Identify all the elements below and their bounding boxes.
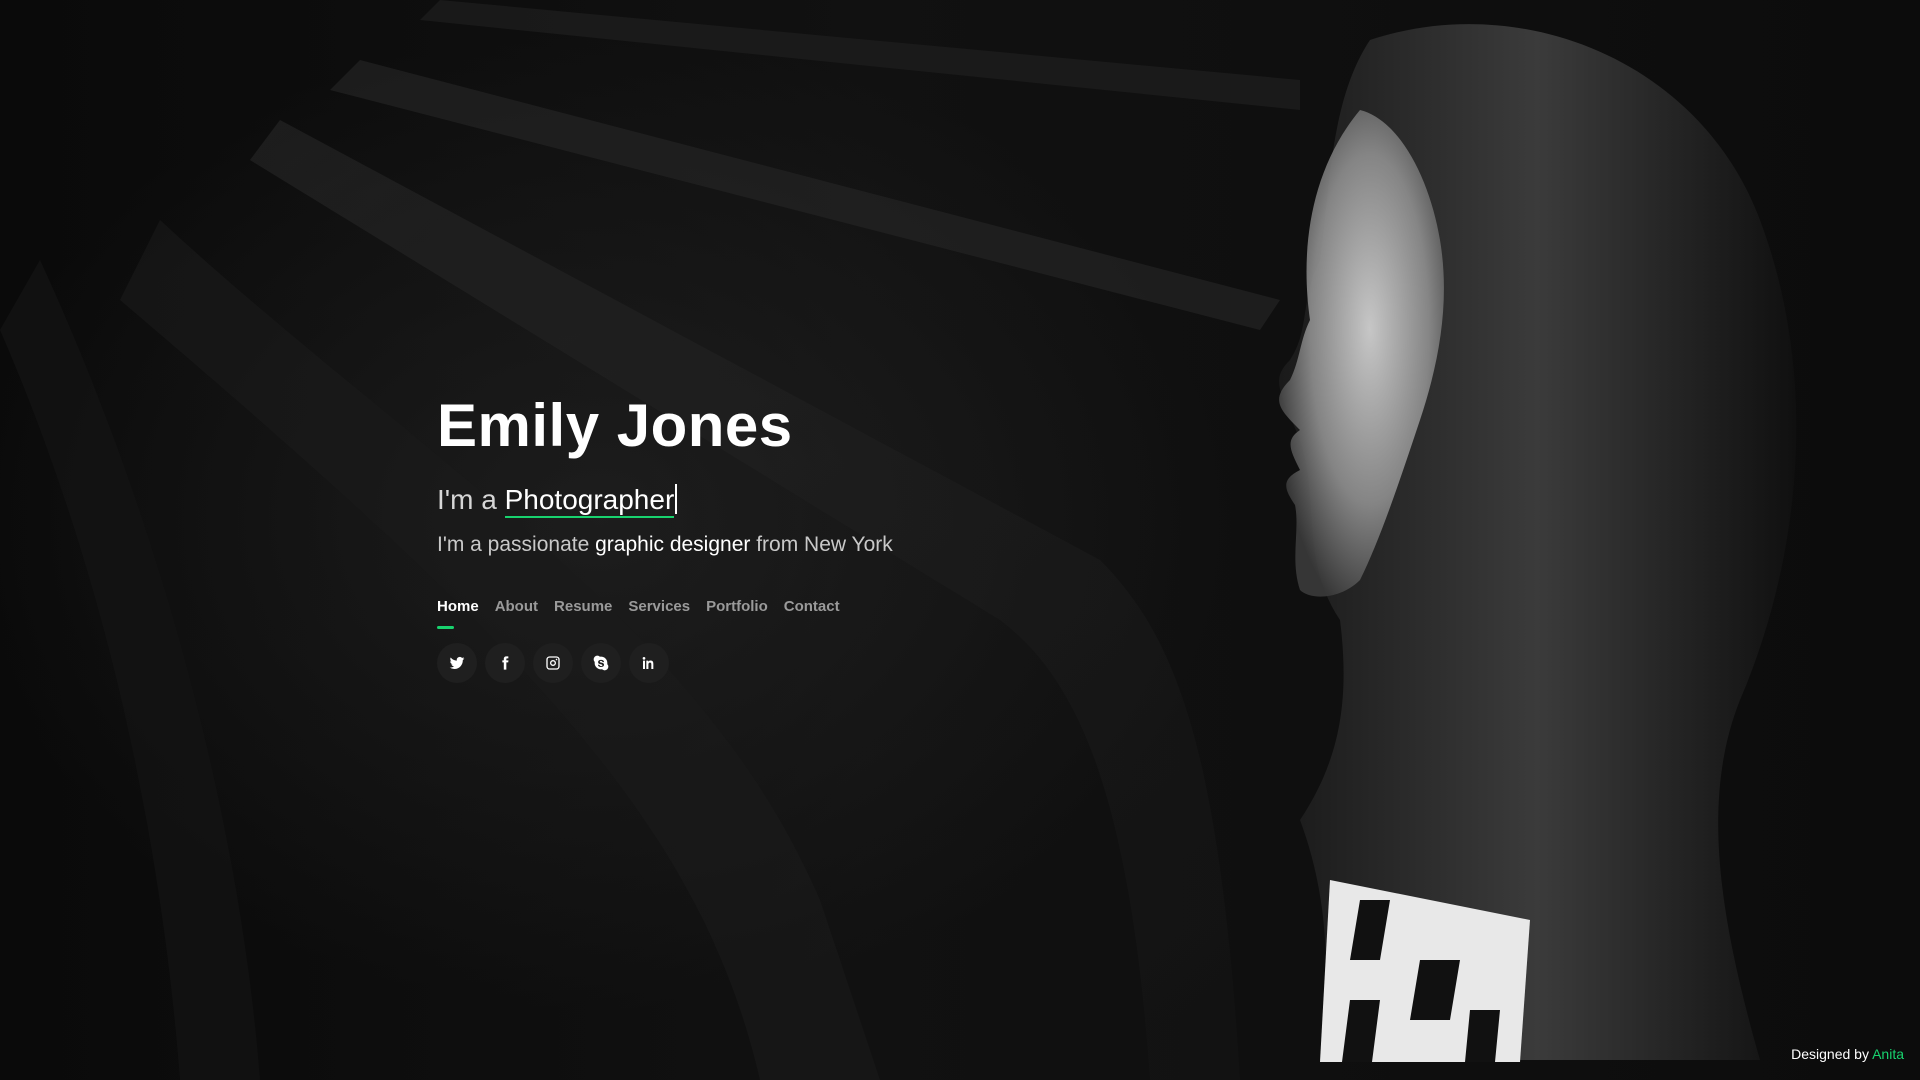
linkedin-button[interactable]	[629, 643, 669, 683]
footer-credits: Designed by Anita	[1791, 1046, 1904, 1062]
instagram-icon	[546, 656, 560, 670]
facebook-icon	[502, 656, 509, 670]
nav-item-contact[interactable]: Contact	[784, 598, 840, 629]
page: Emily Jones I'm a Photographer I'm a pas…	[0, 0, 1920, 1080]
typed-role-line: I'm a Photographer	[437, 482, 1137, 518]
facebook-button[interactable]	[485, 643, 525, 683]
hero-name: Emily Jones	[437, 392, 793, 459]
tagline: I'm a passionate graphic designer from N…	[437, 530, 1137, 560]
nav-item-portfolio[interactable]: Portfolio	[706, 598, 768, 629]
twitter-button[interactable]	[437, 643, 477, 683]
nav-item-home[interactable]: Home	[437, 598, 479, 629]
nav-item-services[interactable]: Services	[628, 598, 690, 629]
credits-author-link[interactable]: Anita	[1872, 1046, 1904, 1062]
main-nav: Home About Resume Services Portfolio Con…	[437, 598, 1137, 629]
nav-item-about[interactable]: About	[495, 598, 538, 629]
tagline-suffix: from New York	[750, 533, 893, 556]
hero-section: Emily Jones I'm a Photographer I'm a pas…	[437, 390, 1137, 683]
credits-prefix: Designed by	[1791, 1046, 1873, 1062]
typing-cursor	[675, 484, 678, 514]
tagline-highlight: graphic designer	[595, 533, 751, 556]
typed-role-word: Photographer	[504, 484, 675, 518]
nav-item-resume[interactable]: Resume	[554, 598, 612, 629]
twitter-icon	[449, 656, 465, 669]
social-links	[437, 643, 1137, 683]
tagline-prefix: I'm a passionate	[437, 533, 596, 556]
instagram-button[interactable]	[533, 643, 573, 683]
linkedin-icon	[642, 657, 654, 669]
typed-prefix: I'm a	[437, 484, 505, 515]
skype-icon	[593, 655, 609, 671]
skype-button[interactable]	[581, 643, 621, 683]
